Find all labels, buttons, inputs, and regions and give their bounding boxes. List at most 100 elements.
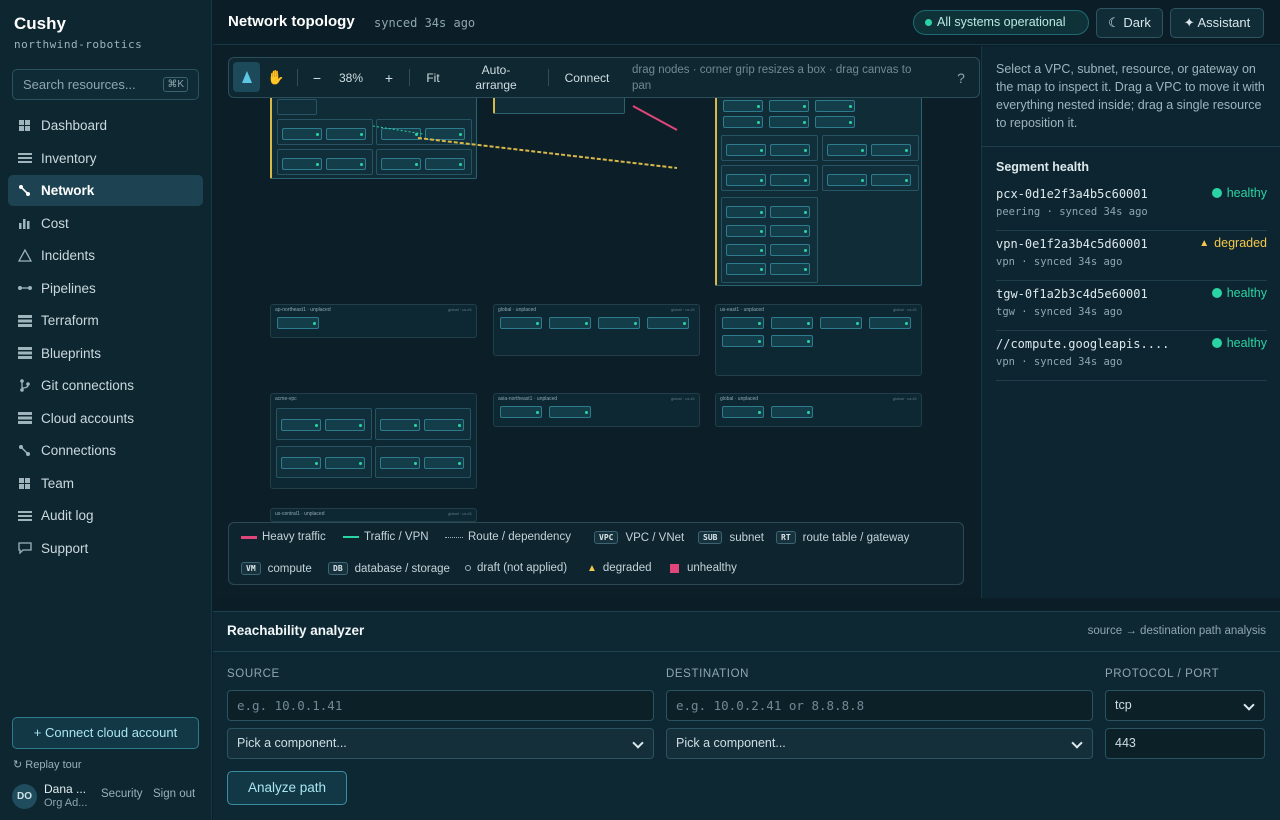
segment-status-label: healthy <box>1226 186 1267 200</box>
sidebar-item-git-connections[interactable]: Git connections <box>8 370 203 401</box>
sign-out-link[interactable]: Sign out <box>153 788 195 800</box>
protocol-select[interactable]: tcp <box>1105 690 1265 721</box>
pan-tool-button[interactable]: ✋ <box>262 58 290 97</box>
resource-node[interactable] <box>380 457 420 469</box>
resource-node[interactable] <box>598 317 640 329</box>
sidebar-item-cloud-accounts[interactable]: Cloud accounts <box>8 403 203 434</box>
resource-node[interactable] <box>281 457 321 469</box>
resource-node[interactable] <box>771 335 813 347</box>
replay-tour-link[interactable]: ↻ Replay tour <box>13 758 82 771</box>
resource-node[interactable] <box>722 335 764 347</box>
replay-label: Replay tour <box>25 759 82 771</box>
region-group[interactable]: asia-northeast1 · unplaced global · us #1 <box>493 393 700 427</box>
assistant-button[interactable]: ✦ Assistant <box>1170 8 1264 38</box>
theme-toggle-button[interactable]: ☾ Dark <box>1096 8 1163 38</box>
resource-node[interactable] <box>820 317 862 329</box>
sidebar-item-pipelines[interactable]: Pipelines <box>8 273 203 304</box>
connect-button[interactable]: Connect <box>559 58 615 97</box>
segment-row[interactable]: pcx-0d1e2f3a4b5c60001 peering · synced 34… <box>996 181 1267 231</box>
select-tool-button[interactable] <box>233 62 260 92</box>
resource-node[interactable] <box>424 457 464 469</box>
resource-node[interactable] <box>722 406 764 418</box>
region-group[interactable]: ap-northeast1 · unplaced global · us #1 <box>270 304 477 338</box>
traffic-link[interactable] <box>417 137 678 169</box>
legend-label: subnet <box>729 531 764 544</box>
segment-row[interactable]: //compute.googleapis.... vpn · synced 34s… <box>996 331 1267 381</box>
sidebar-item-support[interactable]: Support <box>8 533 203 564</box>
legend-label: Traffic / VPN <box>364 531 429 543</box>
port-input[interactable]: 443 <box>1105 728 1265 759</box>
resource-node[interactable] <box>325 457 365 469</box>
region-group[interactable]: global · unplaced global · us #1 <box>493 304 700 356</box>
destination-input[interactable]: e.g. 10.0.2.41 or 8.8.8.8 <box>666 690 1093 721</box>
legend-label: unhealthy <box>687 562 737 574</box>
region-group[interactable]: us-east1 · unplaced global · us #1 <box>715 304 922 376</box>
pipeline-icon <box>17 282 32 295</box>
avatar[interactable]: DO <box>12 784 37 809</box>
sidebar-item-dashboard[interactable]: Dashboard <box>8 110 203 141</box>
draft-circle-icon <box>465 565 471 571</box>
zoom-out-button[interactable]: − <box>307 58 327 97</box>
sidebar-item-blueprints[interactable]: Blueprints <box>8 338 203 369</box>
resource-node[interactable] <box>424 419 464 431</box>
topology-map[interactable]: ap-northeast1 · unplaced global · us #1 gl… <box>213 46 980 522</box>
resource-node[interactable] <box>771 406 813 418</box>
auto-arrange-button[interactable]: Auto-arrange <box>469 58 523 97</box>
resource-node[interactable] <box>277 317 319 329</box>
fit-button[interactable]: Fit <box>419 58 447 97</box>
traffic-link[interactable] <box>632 105 678 131</box>
stack-icon <box>17 314 32 327</box>
security-link[interactable]: Security <box>101 788 143 800</box>
connect-cloud-account-button[interactable]: + Connect cloud account <box>12 717 199 749</box>
system-status-badge[interactable]: All systems operational <box>913 10 1089 35</box>
sidebar-item-team[interactable]: Team <box>8 468 203 499</box>
legend-label: route table / gateway <box>802 531 910 544</box>
sidebar-item-inventory[interactable]: Inventory <box>8 143 203 174</box>
region-group[interactable]: global · unplaced global · us #1 <box>715 393 922 427</box>
sidebar-item-label: Audit log <box>41 508 94 523</box>
reachability-analyzer: Reachability analyzer source → destinati… <box>213 611 1280 820</box>
brand-logo[interactable]: Cushy <box>14 14 66 34</box>
analyze-path-button[interactable]: Analyze path <box>227 771 347 805</box>
region-meta: global · us #1 <box>447 511 472 516</box>
sidebar-item-audit-log[interactable]: Audit log <box>8 500 203 531</box>
source-component-select[interactable]: Pick a component... <box>227 728 654 759</box>
page-header: Network topology synced 34s ago All syst… <box>213 0 1280 45</box>
sidebar-item-terraform[interactable]: Terraform <box>8 305 203 336</box>
destination-component-select[interactable]: Pick a component... <box>666 728 1093 759</box>
resource-node[interactable] <box>722 317 764 329</box>
resource-node[interactable] <box>500 317 542 329</box>
git-branch-icon <box>17 379 32 392</box>
resource-node[interactable] <box>281 419 321 431</box>
replay-icon: ↻ <box>13 759 26 771</box>
segment-status: ▲ degraded <box>1199 236 1267 250</box>
region-label: ap-northeast1 · unplaced <box>275 307 331 313</box>
sparkle-icon: ✦ <box>1183 15 1198 30</box>
resource-node[interactable] <box>647 317 689 329</box>
sidebar-item-connections[interactable]: Connections <box>8 435 203 466</box>
help-button[interactable]: ? <box>949 58 973 97</box>
resource-node[interactable] <box>325 419 365 431</box>
search-input[interactable]: Search resources... ⌘K <box>12 69 199 100</box>
resource-node[interactable] <box>380 419 420 431</box>
segment-row[interactable]: vpn-0e1f2a3b4c5d60001 vpn · synced 34s ag… <box>996 231 1267 281</box>
resource-node[interactable] <box>549 406 591 418</box>
region-group[interactable]: acme-vpc <box>270 393 477 489</box>
resource-node[interactable] <box>869 317 911 329</box>
sidebar-item-incidents[interactable]: Incidents <box>8 240 203 271</box>
segment-status-label: degraded <box>1214 236 1267 250</box>
segment-row[interactable]: tgw-0f1a2b3c4d5e60001 tgw · synced 34s ag… <box>996 281 1267 331</box>
zoom-in-button[interactable]: + <box>379 58 399 97</box>
topology-canvas[interactable]: ap-northeast1 · unplaced global · us #1 gl… <box>213 46 980 598</box>
sidebar-item-label: Connections <box>41 443 117 458</box>
sidebar-item-network[interactable]: Network <box>8 175 203 206</box>
legend-label: VPC / VNet <box>625 531 685 544</box>
region-group[interactable]: us-central1 · unplaced global · us #1 <box>270 508 477 522</box>
resource-node[interactable] <box>549 317 591 329</box>
resource-node[interactable] <box>771 317 813 329</box>
traffic-link[interactable] <box>372 125 424 135</box>
source-input[interactable]: e.g. 10.0.1.41 <box>227 690 654 721</box>
rt-tag-icon: RT <box>776 531 796 544</box>
resource-node[interactable] <box>500 406 542 418</box>
sidebar-item-cost[interactable]: Cost <box>8 208 203 239</box>
